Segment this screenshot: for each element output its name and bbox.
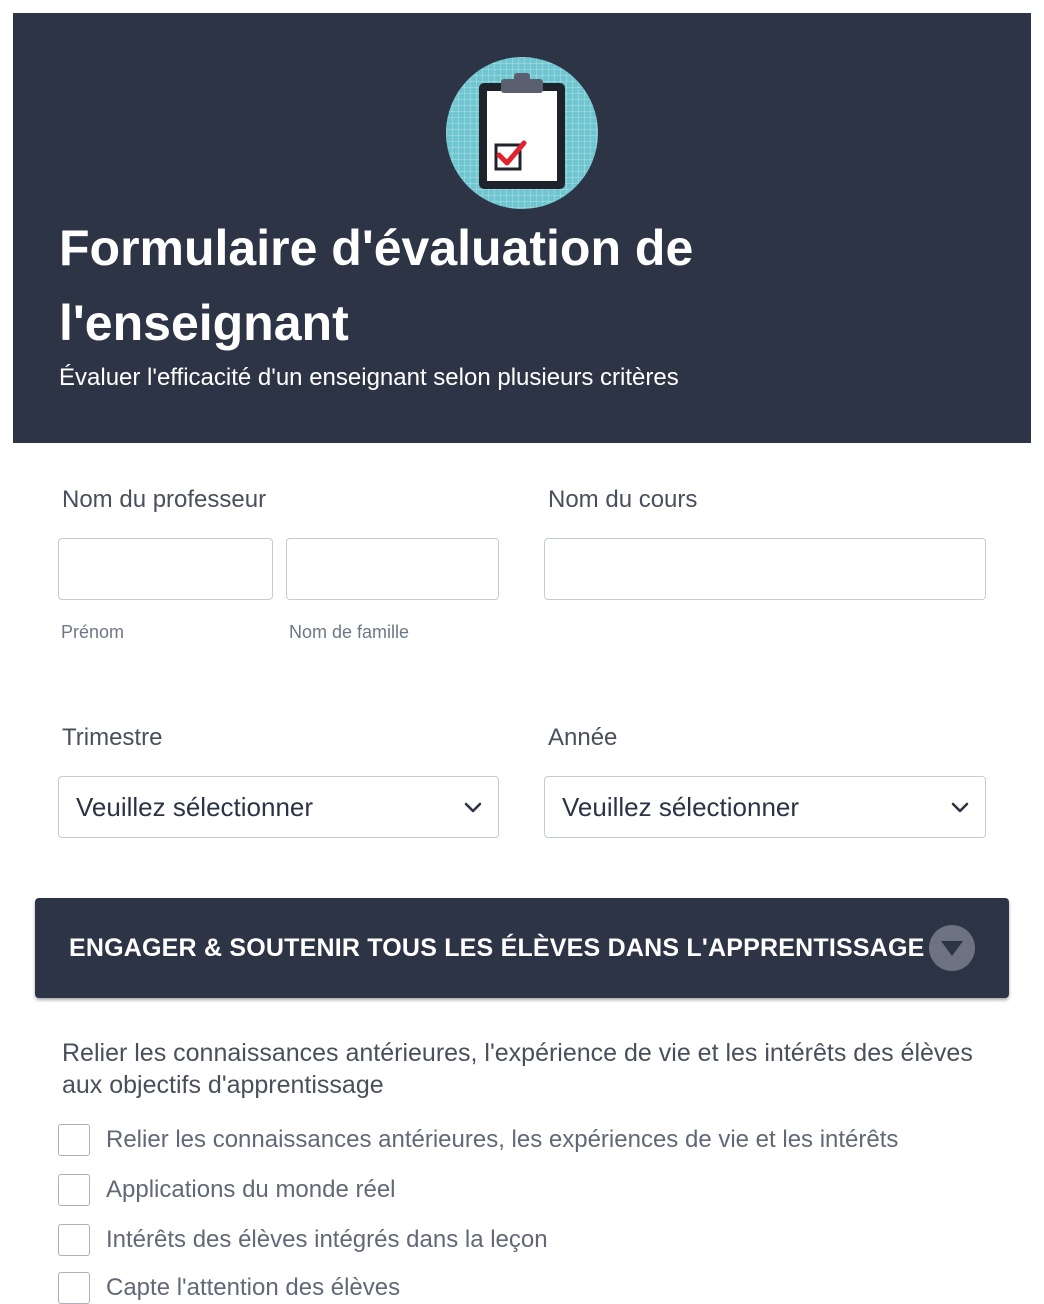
course-name-input[interactable]	[544, 538, 986, 600]
checkbox[interactable]	[58, 1124, 90, 1156]
checkbox-option-label: Relier les connaissances antérieures, le…	[106, 1126, 899, 1153]
checkbox-option[interactable]: Intérêts des élèves intégrés dans la leç…	[58, 1224, 548, 1256]
last-name-input[interactable]	[286, 538, 499, 600]
last-name-sublabel: Nom de famille	[289, 622, 410, 642]
checkbox[interactable]	[58, 1272, 90, 1304]
checkbox-option-label: Applications du monde réel	[106, 1176, 396, 1203]
checkbox-option[interactable]: Capte l'attention des élèves	[58, 1272, 400, 1304]
section-header-engage[interactable]: ENGAGER & SOUTENIR TOUS LES ÉLÈVES DANS …	[35, 898, 1009, 998]
checkbox-option[interactable]: Applications du monde réel	[58, 1174, 396, 1206]
checkbox-option-label: Capte l'attention des élèves	[106, 1274, 401, 1301]
term-select-value: Veuillez sélectionner	[76, 791, 314, 822]
year-select-value: Veuillez sélectionner	[562, 791, 800, 822]
year-label: Année	[548, 724, 618, 751]
page-subtitle: Évaluer l'efficacité d'un enseignant sel…	[59, 364, 679, 391]
chevron-down-icon	[951, 802, 969, 813]
checkbox[interactable]	[58, 1224, 90, 1256]
form-header: Formulaire d'évaluation de l'enseignant …	[13, 13, 1031, 443]
checkbox-option-label: Intérêts des élèves intégrés dans la leç…	[106, 1226, 548, 1253]
chevron-down-icon	[941, 941, 963, 956]
chevron-down-icon	[464, 802, 482, 813]
question-label: Relier les connaissances antérieures, l'…	[62, 1039, 973, 1099]
checkbox-option[interactable]: Relier les connaissances antérieures, le…	[58, 1124, 898, 1156]
course-name-label: Nom du cours	[548, 486, 698, 513]
checkbox[interactable]	[58, 1174, 90, 1206]
first-name-input[interactable]	[58, 538, 273, 600]
year-select[interactable]: Veuillez sélectionner	[544, 776, 986, 838]
first-name-sublabel: Prénom	[61, 622, 125, 642]
teacher-name-label: Nom du professeur	[62, 486, 267, 513]
term-select[interactable]: Veuillez sélectionner	[58, 776, 499, 838]
clipboard-checkmark-icon	[446, 57, 598, 209]
page-title: Formulaire d'évaluation de l'enseignant	[59, 220, 694, 351]
term-label: Trimestre	[62, 724, 163, 751]
section-toggle-button[interactable]	[929, 925, 975, 971]
section-title: ENGAGER & SOUTENIR TOUS LES ÉLÈVES DANS …	[69, 933, 925, 962]
